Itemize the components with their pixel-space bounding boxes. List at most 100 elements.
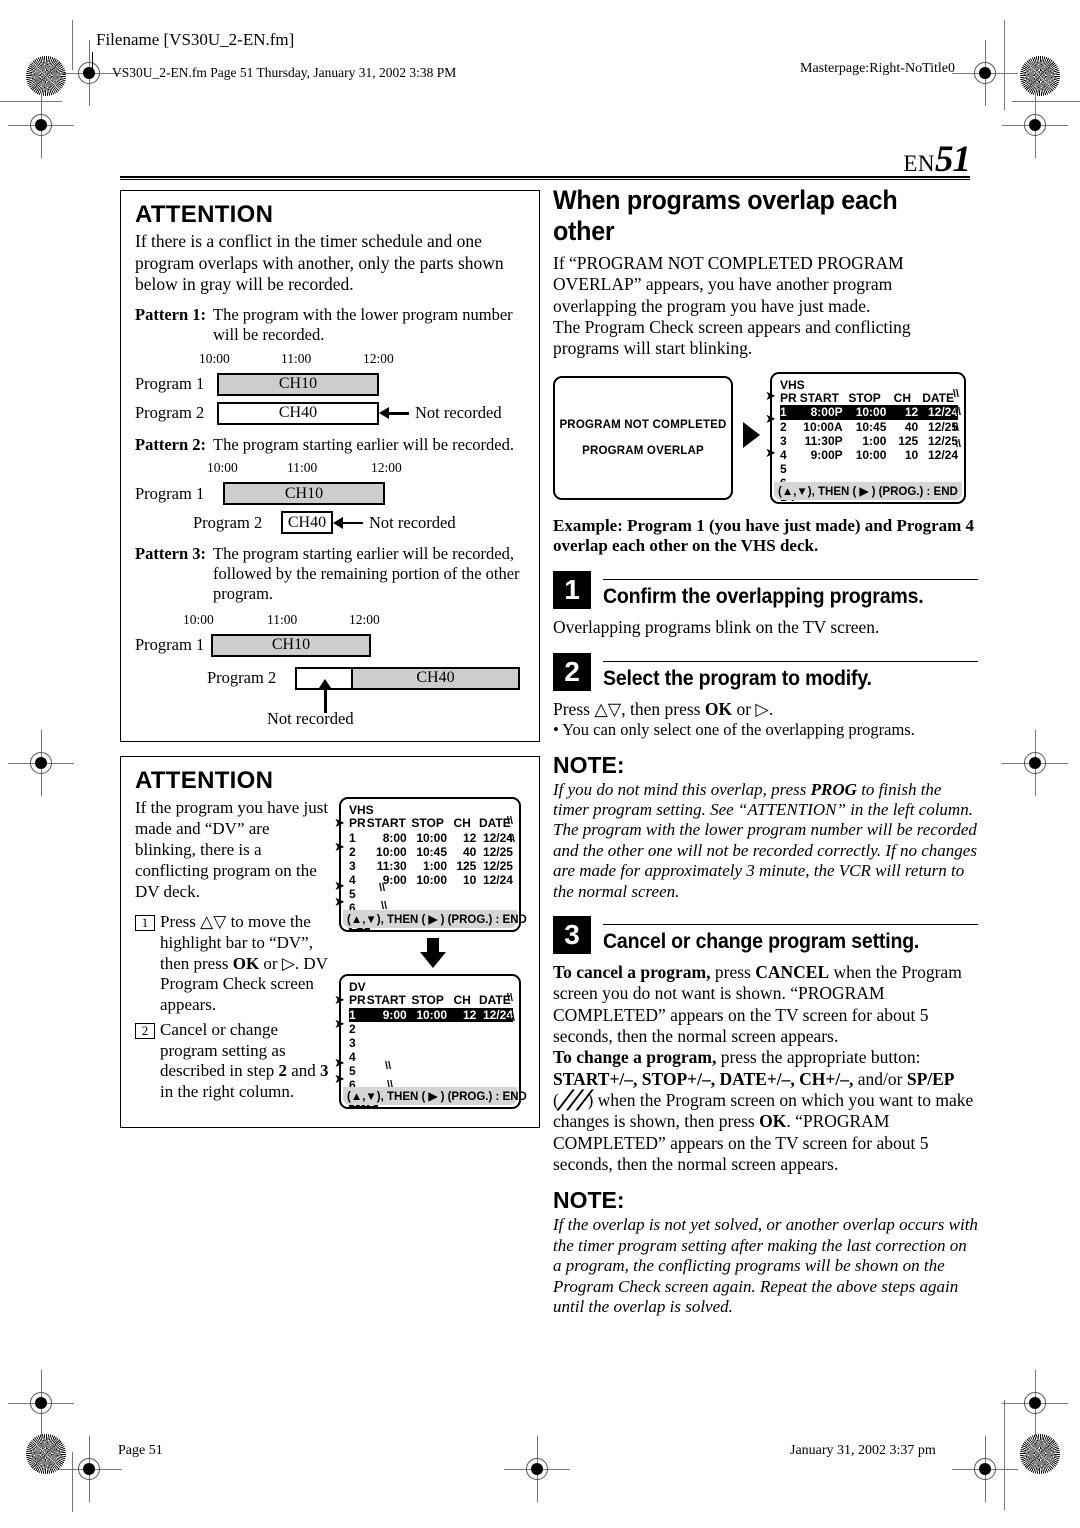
osd-vhs-right-deck-label: VHS <box>780 377 805 392</box>
osd-cell-pr: 1 <box>349 1007 356 1022</box>
osd-dv-left-header-row: PR START STOP CH DATE <box>349 993 513 1007</box>
osd-vhs-right-h-stop: STOP <box>848 391 881 406</box>
step-3-number: 3 <box>553 916 591 955</box>
osd-cell-stop: 10:45 <box>416 844 448 859</box>
pointer-tick-icon: ➤ <box>765 410 776 426</box>
step-2-press: Press <box>553 698 595 719</box>
left-column: ATTENTION If there is a conflict in the … <box>120 190 540 1128</box>
dv-step-2-ref-2: 2 <box>278 1061 288 1081</box>
registration-cross-right-upper <box>1002 92 1068 158</box>
pattern-1-row: Pattern 1: The program with the lower pr… <box>135 305 527 345</box>
flow-arrow-down-wrap <box>339 937 527 968</box>
dv-step-1: 1 Press △▽ to move the highlight bar to … <box>135 912 331 1016</box>
pattern-2-timeline: 10:00 11:00 12:00 Program 1 CH10 Program… <box>135 460 527 535</box>
note-1-body: If you do not mind this overlap, press P… <box>553 780 978 902</box>
step-2-body: Press △▽, then press OK or ▷. <box>553 699 978 720</box>
dv-step-1-press: Press <box>160 912 201 932</box>
pointer-tick-icon: ➤ <box>334 877 345 893</box>
step-3-body: To cancel a program, press CANCEL when t… <box>553 962 978 1175</box>
osd-cell-ch: 125 <box>898 433 919 448</box>
registration-cross-left-middle <box>8 730 74 796</box>
osd-cell-ch: 12 <box>904 405 919 420</box>
osd-dv-left-bottom-bar: (▲,▼), THEN ( ▶ ) (PROG.) : END <box>343 1086 527 1105</box>
dv-step-2-number: 2 <box>135 1022 155 1039</box>
pattern-1-program1-label: Program 1 <box>135 374 205 394</box>
pattern-3-label: Pattern 3: <box>135 544 207 564</box>
blink-mark-icon: \\ <box>952 387 959 400</box>
osd-cell-ch: 10 <box>462 873 477 888</box>
osd-cell-pr: 5 <box>349 887 356 902</box>
osd-vhs-right-header-row: PR START STOP CH DATE <box>780 391 958 405</box>
fm-page-slug: VS30U_2-EN.fm Page 51 Thursday, January … <box>112 65 457 80</box>
osd-cell-pr: 2 <box>349 844 356 859</box>
header-rule <box>120 176 970 180</box>
registration-cross-bottom-left <box>56 1436 122 1502</box>
right-column: When programs overlap each other If “PRO… <box>553 185 978 1317</box>
step-2-bullet: • You can only select one of the overlap… <box>553 719 915 739</box>
pattern-2-program1-row: Program 1 CH10 <box>135 481 527 506</box>
pattern-1-time-axis: 10:00 11:00 12:00 <box>135 351 527 368</box>
step-2-heading-wrap: Select the program to modify. <box>603 660 978 691</box>
osd-cell-stop: 10:00 <box>416 873 448 888</box>
osd-cell-stop: 1:00 <box>423 858 448 873</box>
pattern-1-time-2: 12:00 <box>363 350 394 366</box>
pattern-2-program2-label: Program 2 <box>193 512 263 532</box>
pattern-2-row: Pattern 2: The program starting earlier … <box>135 435 527 455</box>
pointer-tick-icon: ➤ <box>334 1054 345 1070</box>
osd-cell-stop: 10:45 <box>855 419 887 434</box>
osd-cell-stop: 10:00 <box>855 405 887 420</box>
dv-step-1-text: Press △▽ to move the highlight bar to “D… <box>160 912 331 1016</box>
pattern-1-timeline: 10:00 11:00 12:00 Program 1 CH10 Program… <box>135 351 527 426</box>
osd-vhs-right-h-pr: PR <box>780 391 797 406</box>
osd-dv-left-row-highlighted: 1 9:00 10:00 12 12/24 <box>349 1007 513 1022</box>
osd-cell-date: 12/24 <box>482 1007 513 1022</box>
osd-cell-date: 12/24 <box>927 405 958 420</box>
osd-cell-stop: 10:00 <box>416 1007 448 1022</box>
pattern-1-time-1: 11:00 <box>281 350 312 366</box>
osd-vhs-left-row: 1 8:00 10:00 12 12/24 <box>349 831 513 845</box>
step-2: 2 Select the program to modify. <box>553 652 978 691</box>
intro-paragraph-1: If “PROGRAM NOT COMPLETED PROGRAM OVERLA… <box>553 253 904 316</box>
osd-cell-ch: 12 <box>462 1007 477 1022</box>
osd-cell-ch: 10 <box>904 447 919 462</box>
pattern-2-label: Pattern 2: <box>135 434 207 454</box>
osd-message-line-1: PROGRAM NOT COMPLETED <box>559 418 727 431</box>
trim-line-right-lower <box>1004 1400 1005 1510</box>
osd-vhs-right-row: 5 <box>780 462 958 476</box>
page-footer-left: Page 51 <box>118 1443 163 1458</box>
flow-arrow-right-wrap <box>743 422 760 453</box>
blink-mark-icon: \\ <box>506 991 513 1004</box>
step-3-ok-button: OK <box>759 1111 787 1132</box>
osd-vhs-left-row: 2 10:00 10:45 40 12/25 <box>349 845 513 859</box>
note-2-body: If the overlap is not yet solved, or ano… <box>553 1215 978 1317</box>
osd-vhs-right-row-highlighted: 1 8:00P 10:00 12 12/24 <box>780 405 958 420</box>
attention-title-1: ATTENTION <box>135 201 274 228</box>
registration-cross-top-left <box>56 40 122 106</box>
dv-step-1-ok: OK <box>232 953 260 973</box>
osd-message-line-2: PROGRAM OVERLAP <box>582 444 704 457</box>
pattern-1-not-recorded-label: Not recorded <box>415 403 502 423</box>
osd-cell-pr: 1 <box>349 830 356 845</box>
attention-box-patterns: ATTENTION If there is a conflict in the … <box>120 190 540 742</box>
pattern-2-text: The program starting earlier will be rec… <box>213 434 514 454</box>
osd-cell-pr: 4 <box>780 447 787 462</box>
osd-cell-start: 9:00 <box>382 873 407 888</box>
blink-mark-icon: \\ <box>954 405 961 418</box>
osd-dv-left-row: 2 <box>349 1022 513 1036</box>
blink-mark-icon: \\ <box>379 881 386 894</box>
registration-star-bottom-right <box>1020 1434 1060 1474</box>
osd-screen-vhs-right: VHS PR START STOP CH DATE 1 8:00P 10:00 … <box>765 371 966 504</box>
note-1-title: NOTE: <box>553 751 625 778</box>
tape-speed-icon: ╱╱╱ <box>558 1090 589 1111</box>
pattern-3-program1-bar: CH10 <box>211 633 371 657</box>
osd-vhs-right-h-start: START <box>799 391 839 406</box>
pointer-tick-icon: ➤ <box>334 1015 345 1031</box>
step-2-then: , then press <box>621 698 705 719</box>
pattern-2-time-1: 11:00 <box>287 460 318 476</box>
osd-vhs-left-deck-label: VHS <box>349 802 374 817</box>
osd-dv-left-h-start: START <box>366 993 406 1008</box>
step-2-number: 2 <box>553 652 591 691</box>
registration-cross-left-lower <box>8 1370 74 1436</box>
step-3-cancel-press: press <box>710 962 756 983</box>
step-3-change-press: press the appropriate button: <box>716 1047 921 1068</box>
